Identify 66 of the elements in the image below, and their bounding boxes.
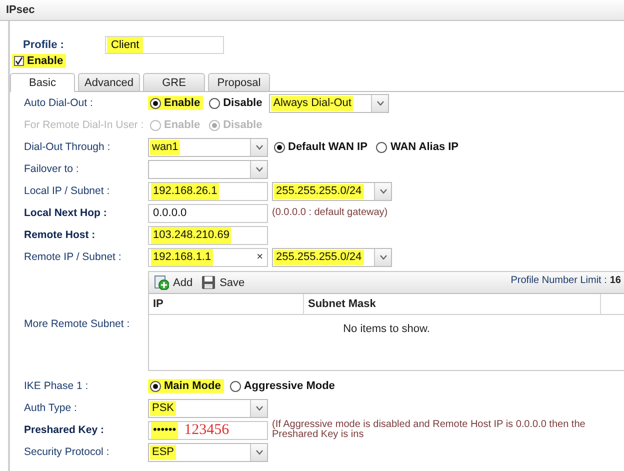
caret-icon: [256, 450, 262, 454]
caret-icon: [256, 144, 262, 150]
profile-label: Profile :: [23, 38, 65, 50]
field-label: Remote IP / Subnet :: [24, 251, 122, 263]
caret-icon: [380, 188, 386, 194]
radio-option[interactable]: Disable: [207, 96, 266, 110]
field-label: Local IP / Subnet :: [24, 185, 111, 197]
tab[interactable]: Proposal: [208, 73, 270, 91]
caret-icon: [256, 166, 262, 172]
text-field[interactable]: 0.0.0.0: [148, 204, 268, 222]
dropdown[interactable]: 255.255.255.0/24: [272, 182, 392, 200]
field-label: IKE Phase 1 :: [24, 380, 90, 392]
column-header: IP: [149, 294, 304, 314]
dropdown[interactable]: wan1: [148, 138, 268, 156]
text-field[interactable]: 192.168.26.1: [148, 182, 268, 200]
radio-option[interactable]: WAN Alias IP: [374, 140, 462, 154]
caret-icon: [256, 406, 262, 410]
dropdown[interactable]: PSK: [148, 398, 268, 418]
field-label: More Remote Subnet :: [24, 318, 131, 330]
toolbar-button[interactable]: Add: [154, 275, 193, 290]
radio-icon[interactable]: [376, 142, 388, 152]
field-label: Security Protocol :: [24, 446, 110, 458]
field-label: Dial-Out Through :: [24, 141, 112, 153]
field-label: For Remote Dial-In User :: [24, 119, 145, 131]
hint-text: (If Aggressive mode is disabled and Remote Host IP is 0.0.0.0 then the Preshared Key is ins: [272, 420, 586, 440]
hint-text: (0.0.0.0 : default gateway): [272, 208, 389, 218]
radio-icon[interactable]: [230, 380, 241, 392]
save-icon: [200, 275, 216, 290]
radio-icon[interactable]: [209, 98, 220, 108]
handwritten-annotation: 123456: [184, 422, 230, 438]
radio-option[interactable]: Default WAN IP: [272, 140, 370, 154]
profile-field[interactable]: Client: [105, 36, 224, 54]
text-field[interactable]: 103.248.210.69: [148, 226, 268, 244]
limit-label: Profile Number Limit :: [510, 275, 607, 286]
caret-icon: [380, 254, 386, 260]
add-icon: [154, 275, 169, 290]
field-label: Auth Type :: [24, 402, 78, 414]
field-label: Auto Dial-Out :: [24, 97, 94, 109]
dropdown[interactable]: 255.255.255.0/24: [272, 248, 392, 266]
window-title: IPsec: [0, 0, 624, 21]
dropdown[interactable]: ESP: [148, 442, 268, 462]
field-label: Failover to :: [24, 163, 80, 175]
column-header: Subnet Mask: [304, 294, 601, 314]
field-label: Remote Host :: [24, 229, 96, 241]
text-field[interactable]: 192.168.1.1 ×: [148, 248, 268, 266]
caret-icon: [376, 100, 384, 106]
radio-icon[interactable]: [150, 380, 161, 392]
radio-option[interactable]: Enable: [148, 96, 204, 110]
text-field[interactable]: •••••• 123456: [148, 420, 268, 440]
checkbox-icon[interactable]: [14, 56, 24, 66]
field-label: Preshared Key :: [24, 424, 105, 436]
field-label: Local Next Hop :: [24, 207, 108, 219]
tab[interactable]: Advanced: [78, 73, 140, 91]
empty-message: No items to show.: [342, 323, 431, 335]
limit-value: 16: [610, 275, 621, 286]
radio-option[interactable]: Aggressive Mode: [228, 379, 338, 393]
radio-icon[interactable]: [274, 142, 285, 152]
radio-option[interactable]: Main Mode: [148, 379, 224, 393]
checkmark-icon: [15, 57, 23, 65]
toolbar-button[interactable]: Save: [200, 275, 245, 290]
enable-checkbox[interactable]: Enable: [12, 54, 66, 68]
tab[interactable]: GRE: [143, 73, 205, 91]
clear-button[interactable]: ×: [256, 251, 263, 263]
tab[interactable]: Basic: [10, 73, 75, 92]
radio-icon[interactable]: [150, 98, 161, 108]
dropdown[interactable]: Always Dial-Out: [269, 94, 390, 112]
